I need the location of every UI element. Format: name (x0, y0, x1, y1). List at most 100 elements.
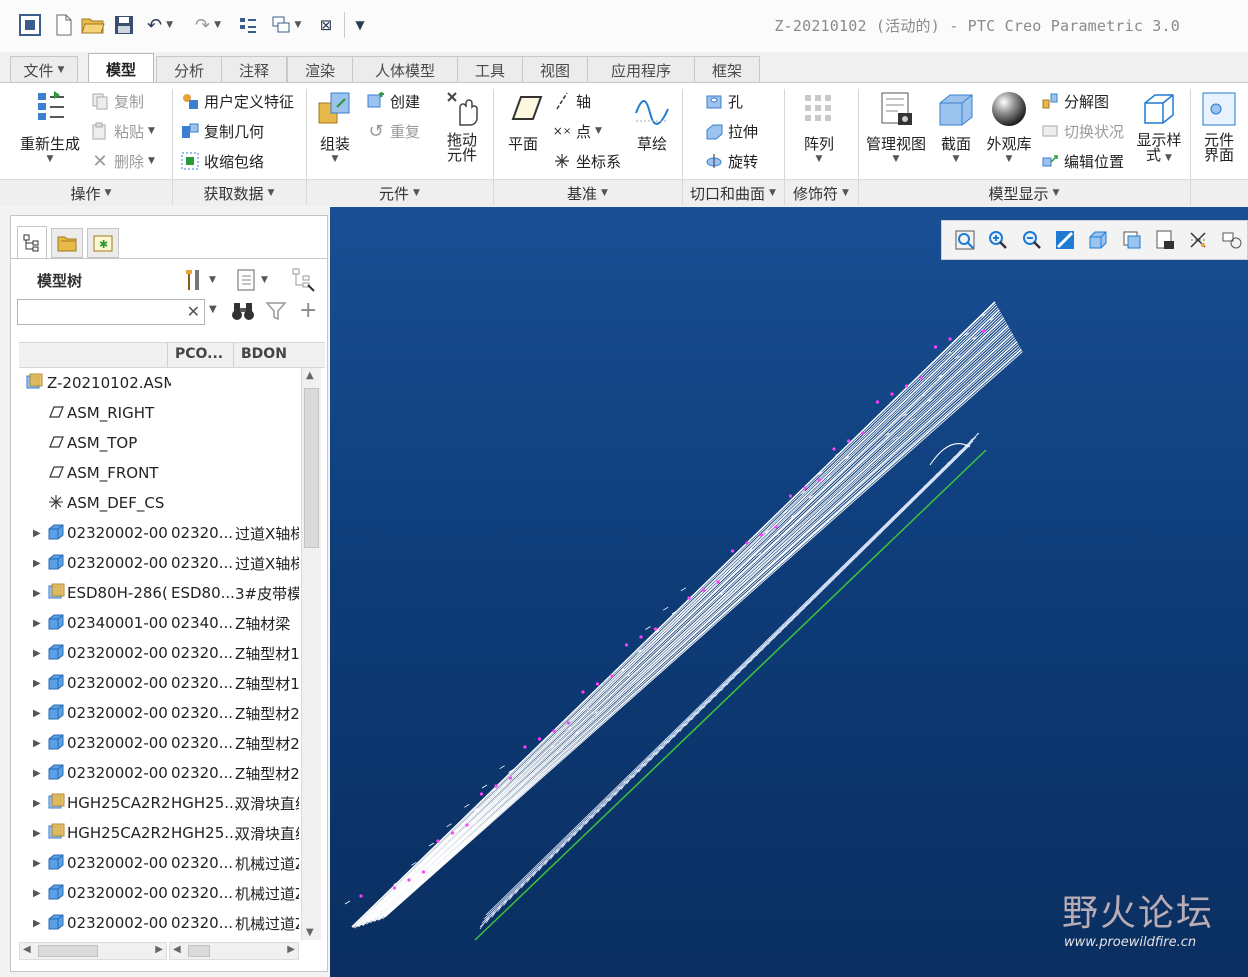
tree-item[interactable]: ASM_FRONT (21, 458, 301, 488)
expand-arrow-icon[interactable]: ▶ (33, 918, 47, 929)
tree-item[interactable]: ▶ 02320002-00 02320... 机械过道Z (21, 878, 301, 908)
tab-view[interactable]: 视图 (522, 56, 588, 83)
point-button[interactable]: × × 点 ▼ (552, 119, 602, 143)
undo-icon[interactable]: ↶ ▼ (142, 12, 178, 38)
component-interface-button[interactable]: 元件 界面 (1196, 89, 1242, 163)
tree-item[interactable]: ▶ 02320002-00 02320... Z轴型材2 (21, 728, 301, 758)
search-history-caret[interactable]: ▼ (209, 304, 217, 315)
clear-search-icon[interactable]: ✕ (187, 302, 200, 321)
paste-button[interactable]: 粘贴 ▼ (90, 119, 155, 143)
favorites-tab[interactable]: ✱ (87, 228, 119, 258)
assemble-button[interactable]: 组装 ▼ (310, 89, 360, 164)
scroll-thumb[interactable] (188, 945, 210, 957)
tab-render[interactable]: 渲染 (287, 56, 353, 83)
expand-arrow-icon[interactable]: ▶ (33, 798, 47, 809)
create-button[interactable]: 创建 (366, 89, 420, 113)
tab-analysis[interactable]: 分析 (156, 56, 222, 83)
section-button[interactable]: 截面 ▼ (934, 89, 978, 164)
tree-item[interactable]: ▶ 02320002-00 02320... 过道X轴梯 (21, 548, 301, 578)
windows-icon[interactable]: ▼ (266, 12, 306, 38)
tree-horizontal-scrollbar-left[interactable]: ◀ ▶ (19, 942, 167, 960)
tab-manikin[interactable]: 人体模型 (352, 56, 458, 83)
tree-vertical-scrollbar[interactable]: ▲ ▼ (301, 368, 321, 940)
add-column-icon[interactable]: + (299, 298, 317, 323)
plane-button[interactable]: 平面 (500, 89, 546, 154)
tab-annotate[interactable]: 注释 (221, 56, 287, 83)
delete-button[interactable]: ✕ 删除 ▼ (90, 149, 154, 173)
column-header-bdon[interactable]: BDON (241, 346, 287, 362)
expand-arrow-icon[interactable]: ▶ (33, 618, 47, 629)
extrude-button[interactable]: 拉伸 (704, 119, 758, 143)
copy-button[interactable]: 复制 (90, 89, 144, 113)
shrinkwrap-button[interactable]: 收缩包络 (180, 149, 264, 173)
expand-arrow-icon[interactable]: ▶ (33, 738, 47, 749)
tree-filter-button[interactable] (291, 266, 321, 294)
regenerate-button[interactable]: 重新生成 ▼ (18, 89, 82, 164)
display-style-button[interactable]: 显示样 式 ▼ (1132, 89, 1186, 166)
tab-file[interactable]: 文件 ▼ (10, 56, 78, 83)
tree-item[interactable]: ASM_RIGHT (21, 398, 301, 428)
repaint-icon[interactable] (1050, 225, 1080, 256)
scroll-down-arrow[interactable]: ▼ (306, 927, 314, 938)
save-icon[interactable] (112, 12, 136, 38)
tree-search-input[interactable] (18, 300, 178, 324)
tab-model[interactable]: 模型 (88, 53, 154, 84)
scroll-left-arrow[interactable]: ◀ (23, 944, 31, 955)
new-file-icon[interactable] (52, 12, 76, 38)
app-icon[interactable] (16, 12, 44, 38)
expand-arrow-icon[interactable]: ▶ (33, 528, 47, 539)
spin-center-icon[interactable] (1217, 225, 1247, 256)
tree-item[interactable]: ▶ 02320002-00 02320... Z轴型材1 (21, 638, 301, 668)
column-divider[interactable] (233, 343, 234, 367)
tree-item[interactable]: ▶ 02320002-00 02320... Z轴型材2 (21, 698, 301, 728)
zoom-out-icon[interactable] (1017, 225, 1047, 256)
scroll-thumb[interactable] (304, 388, 319, 548)
sketch-button[interactable]: 草绘 (628, 89, 676, 154)
expand-arrow-icon[interactable]: ▶ (33, 558, 47, 569)
tree-item[interactable]: Z-20210102.ASM (21, 368, 301, 398)
expand-arrow-icon[interactable]: ▶ (33, 888, 47, 899)
hole-button[interactable]: 孔 (704, 89, 743, 113)
scroll-left-arrow[interactable]: ◀ (173, 944, 181, 955)
tree-item[interactable]: ▶ 02340001-00 02340... Z轴材梁 (21, 608, 301, 638)
expand-arrow-icon[interactable]: ▶ (33, 768, 47, 779)
pattern-button[interactable]: 阵列 ▼ (796, 89, 842, 164)
expand-arrow-icon[interactable]: ▶ (33, 858, 47, 869)
tree-item[interactable]: ▶ HGH25CA2R2HGH25...双滑块直线 (21, 818, 301, 848)
expand-arrow-icon[interactable]: ▶ (33, 678, 47, 689)
regenerate-small-icon[interactable] (236, 12, 260, 38)
toggle-status-button[interactable]: 切换状况 (1040, 119, 1124, 143)
scroll-up-arrow[interactable]: ▲ (306, 370, 314, 381)
tree-item[interactable]: ▶ 02320002-00 02320... 机械过道Z (21, 848, 301, 878)
edit-position-button[interactable]: 编辑位置 (1040, 149, 1124, 173)
tree-item[interactable]: ▶ HGH25CA2R2HGH25...双滑块直线 (21, 788, 301, 818)
datum-display-icon[interactable] (1183, 225, 1213, 256)
expand-arrow-icon[interactable]: ▶ (33, 588, 47, 599)
zoom-in-icon[interactable] (983, 225, 1013, 256)
refit-icon[interactable] (950, 225, 980, 256)
tab-tools[interactable]: 工具 (457, 56, 523, 83)
tree-item[interactable]: ▶ ESD80H-286(ESD80... 3#皮带模 (21, 578, 301, 608)
tree-settings-button[interactable]: ▼ (183, 266, 229, 294)
drag-components-button[interactable]: 拖动 元件 (436, 89, 488, 163)
tree-item[interactable]: ▶ 02320002-00 02320... 过道X轴梯 (21, 518, 301, 548)
repeat-button[interactable]: ↺ 重复 (366, 119, 420, 143)
column-divider[interactable] (167, 343, 168, 367)
tree-item[interactable]: ASM_TOP (21, 428, 301, 458)
saved-orientations-icon[interactable] (1117, 225, 1147, 256)
close-window-icon[interactable]: ⊠ (314, 12, 338, 38)
tree-item[interactable]: ▶ 02320002-00 02320... 机械过道Z (21, 908, 301, 938)
expand-arrow-icon[interactable]: ▶ (33, 648, 47, 659)
scroll-right-arrow[interactable]: ▶ (287, 944, 295, 955)
redo-icon[interactable]: ↷ ▼ (188, 12, 228, 38)
graphics-viewport[interactable] (330, 207, 1248, 977)
csys-button[interactable]: 坐标系 (552, 149, 621, 173)
display-style-icon[interactable] (1083, 225, 1113, 256)
tree-horizontal-scrollbar-right[interactable]: ◀ ▶ (169, 942, 299, 960)
scroll-right-arrow[interactable]: ▶ (155, 944, 163, 955)
tree-item[interactable]: ASM_DEF_CS (21, 488, 301, 518)
view-manager-icon[interactable] (1150, 225, 1180, 256)
user-defined-feature-button[interactable]: 用户定义特征 (180, 89, 294, 113)
scroll-thumb[interactable] (38, 945, 98, 957)
axis-button[interactable]: 轴 (552, 89, 591, 113)
